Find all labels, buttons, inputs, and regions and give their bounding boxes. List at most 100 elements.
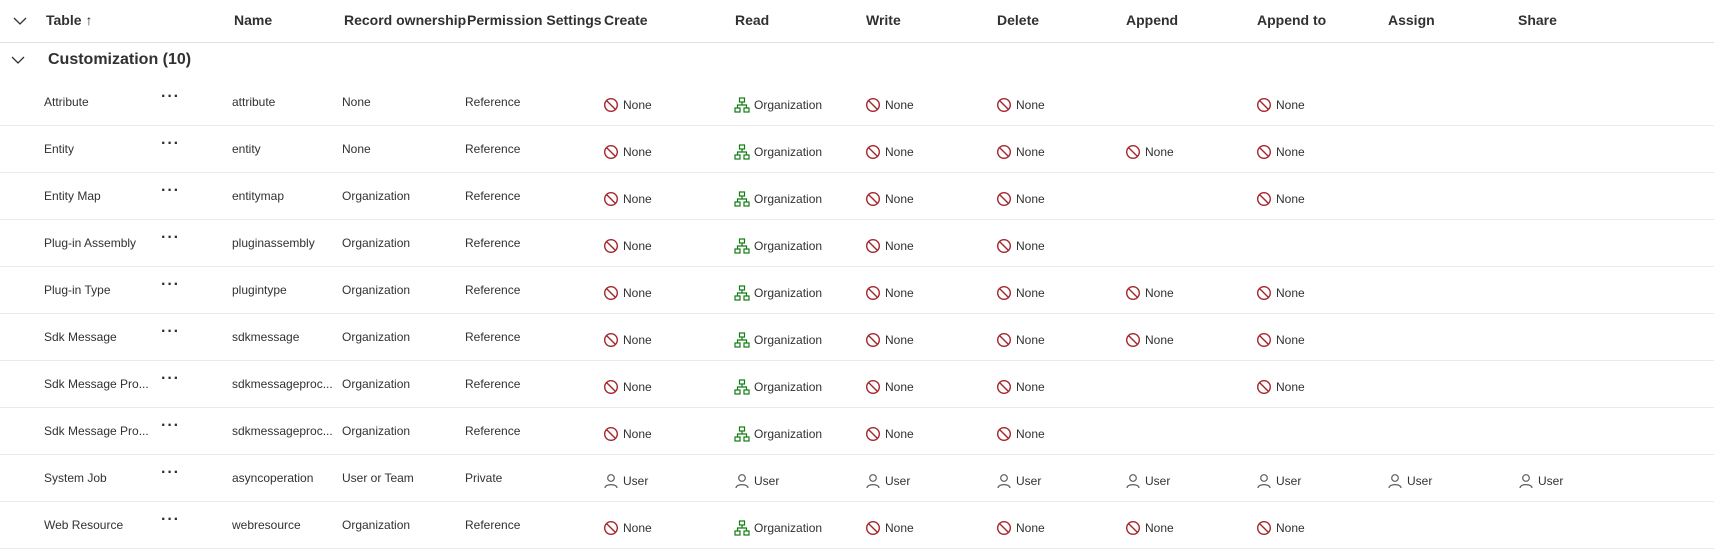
cell-table[interactable]: Sdk Message Pro... [44,408,149,454]
cell-table[interactable]: Plug-in Assembly [44,220,136,266]
table-row[interactable]: Sdk Message Pro... sdkmessageproc... Organ… [0,408,1714,455]
privilege-assign[interactable]: User [1387,455,1432,501]
table-row[interactable]: Plug-in Type plugintype Organization Refere… [0,267,1714,314]
privilege-delete[interactable]: None [996,126,1045,172]
more-options-button[interactable]: ··· [161,418,180,434]
cell-table[interactable]: Entity [44,126,74,172]
privilege-read[interactable]: Organization [734,502,822,548]
privilege-write[interactable]: None [865,361,914,407]
table-row[interactable]: Entity Map entitymap Organization Reference… [0,173,1714,220]
privilege-appendto[interactable]: None [1256,361,1305,407]
privilege-write[interactable]: None [865,220,914,266]
more-options-button[interactable]: ··· [161,277,180,293]
privilege-write[interactable]: None [865,267,914,313]
table-row[interactable]: Sdk Message sdkmessage Organization Referen… [0,314,1714,361]
privilege-appendto[interactable]: None [1256,173,1305,219]
privilege-append[interactable]: User [1125,455,1170,501]
more-options-button[interactable]: ··· [161,512,180,528]
privilege-delete[interactable]: None [996,408,1045,454]
privilege-share[interactable]: User [1518,455,1563,501]
cell-table[interactable]: Plug-in Type [44,267,111,313]
privilege-create[interactable]: None [603,79,652,125]
table-row[interactable]: System Job asyncoperation User or Team Priv… [0,455,1714,502]
chevron-down-icon[interactable] [12,13,28,29]
privilege-write[interactable]: None [865,79,914,125]
column-header-assign[interactable]: Assign [1388,12,1435,28]
privilege-write[interactable]: None [865,173,914,219]
privilege-appendto[interactable]: None [1256,314,1305,360]
privilege-delete[interactable]: None [996,173,1045,219]
privilege-delete[interactable]: None [996,502,1045,548]
privilege-write[interactable]: None [865,314,914,360]
privilege-read[interactable]: Organization [734,408,822,454]
privilege-append[interactable]: None [1125,502,1174,548]
privilege-create[interactable]: None [603,267,652,313]
column-header-name[interactable]: Name [234,12,272,28]
more-options-button[interactable]: ··· [161,324,180,340]
privilege-create[interactable]: None [603,314,652,360]
privilege-read[interactable]: User [734,455,779,501]
privilege-create[interactable]: None [603,220,652,266]
privilege-create[interactable]: None [603,173,652,219]
privilege-create[interactable]: None [603,502,652,548]
privilege-delete[interactable]: None [996,220,1045,266]
column-header-ownership[interactable]: Record ownership [344,12,466,28]
privilege-appendto[interactable]: None [1256,267,1305,313]
privilege-read[interactable]: Organization [734,79,822,125]
table-row[interactable]: Sdk Message Pro... sdkmessageproc... Organ… [0,361,1714,408]
column-header-table[interactable]: Table ↑ [46,12,93,28]
more-options-button[interactable]: ··· [161,230,180,246]
cell-table[interactable]: Entity Map [44,173,101,219]
cell-table[interactable]: Web Resource [44,502,123,548]
privilege-create[interactable]: User [603,455,648,501]
privilege-create[interactable]: None [603,408,652,454]
table-row[interactable]: Entity entity None Reference ··· None Organiza… [0,126,1714,173]
privilege-read[interactable]: Organization [734,173,822,219]
privilege-delete[interactable]: None [996,79,1045,125]
column-header-append[interactable]: Append [1126,12,1178,28]
privilege-appendto[interactable]: None [1256,79,1305,125]
more-options-button[interactable]: ··· [161,371,180,387]
privilege-write[interactable]: None [865,502,914,548]
privilege-create[interactable]: None [603,126,652,172]
privilege-write[interactable]: User [865,455,910,501]
table-row[interactable]: Web Resource webresource Organization Refer… [0,502,1714,549]
column-header-create[interactable]: Create [604,12,648,28]
privilege-delete[interactable]: None [996,267,1045,313]
column-header-write[interactable]: Write [866,12,901,28]
privilege-create[interactable]: None [603,361,652,407]
privilege-delete[interactable]: None [996,314,1045,360]
privilege-read[interactable]: Organization [734,361,822,407]
more-options-button[interactable]: ··· [161,89,180,105]
privilege-write[interactable]: None [865,126,914,172]
privilege-write[interactable]: None [865,408,914,454]
privilege-delete[interactable]: User [996,455,1041,501]
privilege-append[interactable]: None [1125,314,1174,360]
person-icon [1388,474,1402,489]
privilege-read[interactable]: Organization [734,126,822,172]
cell-table[interactable]: Sdk Message Pro... [44,361,149,407]
privilege-appendto[interactable]: None [1256,126,1305,172]
chevron-down-icon[interactable] [10,52,26,68]
table-row[interactable]: Plug-in Assembly pluginassembly Organizati… [0,220,1714,267]
column-header-appendto[interactable]: Append to [1257,12,1326,28]
cell-table[interactable]: Sdk Message [44,314,117,360]
privilege-append[interactable]: None [1125,267,1174,313]
table-row[interactable]: Attribute attribute None Reference ··· None Or… [0,79,1714,126]
privilege-append[interactable]: None [1125,126,1174,172]
privilege-read[interactable]: Organization [734,314,822,360]
privilege-read[interactable]: Organization [734,267,822,313]
cell-table[interactable]: System Job [44,455,107,501]
column-header-read[interactable]: Read [735,12,769,28]
column-header-share[interactable]: Share [1518,12,1557,28]
cell-table[interactable]: Attribute [44,79,89,125]
more-options-button[interactable]: ··· [161,183,180,199]
column-header-perm[interactable]: Permission Settings [467,12,602,28]
privilege-delete[interactable]: None [996,361,1045,407]
column-header-delete[interactable]: Delete [997,12,1039,28]
more-options-button[interactable]: ··· [161,136,180,152]
more-options-button[interactable]: ··· [161,465,180,481]
privilege-appendto[interactable]: User [1256,455,1301,501]
privilege-read[interactable]: Organization [734,220,822,266]
privilege-appendto[interactable]: None [1256,502,1305,548]
